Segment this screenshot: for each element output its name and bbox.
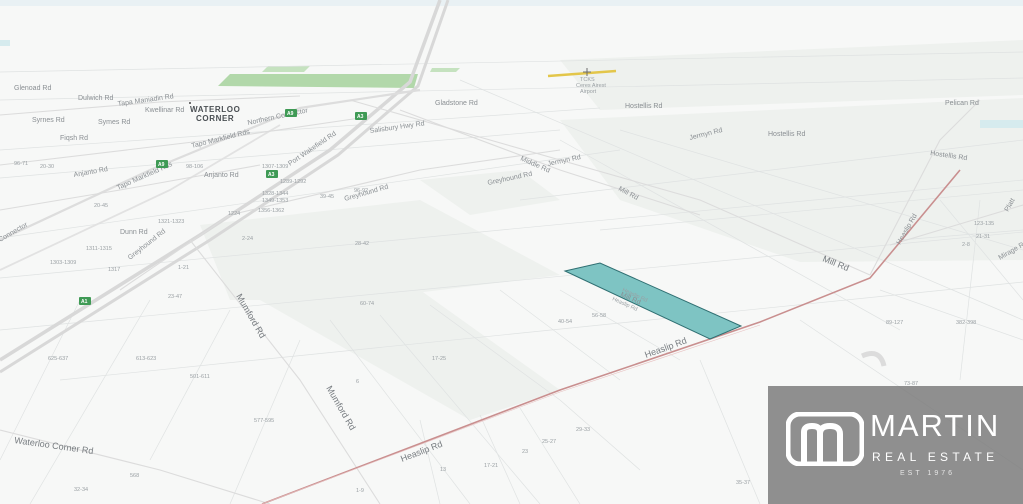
brand-established: EST 1976 <box>900 470 956 477</box>
road-label: Fiqsh Rd <box>60 135 88 142</box>
shield-a9: A9 <box>158 162 165 168</box>
shield-a9-b: A9 <box>287 111 294 117</box>
road-label: Tapa Maniadin Rd <box>117 93 174 108</box>
field-blocks <box>200 40 1023 420</box>
lot-label: 23 <box>522 449 528 455</box>
park-area-east <box>430 68 460 72</box>
road-label: Dulwich Rd <box>78 95 114 102</box>
lot-label: 1224 <box>228 211 240 217</box>
lot-label: 1-21 <box>178 265 189 271</box>
lot-label: 577-595 <box>254 418 274 424</box>
lot-label: 56-58 <box>592 313 606 319</box>
lot-label: 17-25 <box>432 356 446 362</box>
road-label: Northern Connector <box>247 107 309 127</box>
lot-label: 1317 <box>108 267 120 273</box>
road-label: Heaslip Rd <box>643 335 688 359</box>
road-label: Anjanto Rd <box>73 166 108 179</box>
lot-label: 35-37 <box>736 480 750 486</box>
lot-label: 1289-1292 <box>280 179 306 185</box>
lot-label: 613-623 <box>136 356 156 362</box>
lot-label: 23-47 <box>168 294 182 300</box>
lot-label: 123-135 <box>974 221 994 227</box>
lot-label: 1-9 <box>356 488 364 494</box>
road-label: Hostellis Rd <box>768 131 805 138</box>
town-dot-icon <box>189 102 191 104</box>
lot-label: 98-106 <box>186 164 203 170</box>
road-label: Anjanto Rd <box>204 172 239 179</box>
road-label: Dunn Rd <box>120 229 148 236</box>
lot-label: 20-45 <box>94 203 108 209</box>
map-view[interactable]: Heaslip Rd Heaslip Rd WATERLOO CORNER TC… <box>0 0 1023 504</box>
road-label: Connector <box>0 221 30 244</box>
lot-label: 17-21 <box>484 463 498 469</box>
lot-label: 96-71 <box>14 161 28 167</box>
road-label: Symes Rd <box>98 119 130 126</box>
lot-label: 1321-1323 <box>158 219 184 225</box>
lot-label: 501-611 <box>190 374 210 380</box>
shield-a3-b: A3 <box>357 114 364 120</box>
lot-label: 21-31 <box>976 234 990 240</box>
brand-overlay: MARTIN REAL ESTATE EST 1976 <box>768 386 1023 504</box>
town-label-2: CORNER <box>196 114 234 123</box>
lot-label: 89-127 <box>886 320 903 326</box>
road-label: Jermyn Rd <box>547 154 582 168</box>
road-label: Glenoad Rd <box>14 85 51 92</box>
subject-parcel[interactable] <box>563 262 743 340</box>
lot-label: 40-54 <box>558 319 572 325</box>
lot-label: 32-34 <box>74 487 88 493</box>
road-label: Waterloo Corner Rd <box>14 435 94 456</box>
lot-label: 20-30 <box>40 164 54 170</box>
lot-label: 13 <box>440 467 446 473</box>
lot-label: 1349-1353 <box>262 198 288 204</box>
lot-label: 2-24 <box>242 236 253 242</box>
road-label: Gladstone Rd <box>435 100 478 107</box>
airport-label-3: Airport <box>580 89 597 95</box>
lot-label: 382-398 <box>956 320 976 326</box>
road-label: Pelican Rd <box>945 100 979 107</box>
brand-subtitle: REAL ESTATE <box>872 450 999 464</box>
lot-label: 60-74 <box>360 301 374 307</box>
lot-label: 625-637 <box>48 356 68 362</box>
lot-label: 6 <box>356 379 359 385</box>
road-label: Syrnes Rd <box>32 117 65 124</box>
lot-label: 568 <box>130 473 139 479</box>
lot-label: 2-8 <box>962 242 970 248</box>
horizon-band <box>0 0 1023 6</box>
lot-label: 1303-1309 <box>50 260 76 266</box>
lot-label: 1311-1315 <box>86 246 112 252</box>
road-label: Hostellis Rd <box>625 103 662 110</box>
park-area <box>218 74 418 88</box>
road-label: Kwellinar Rd <box>145 107 184 114</box>
lot-label: 1328-1344 <box>262 191 288 197</box>
town-label: WATERLOO <box>190 105 240 114</box>
lot-label: 28-42 <box>355 241 369 247</box>
brand-name: MARTIN <box>870 408 1001 443</box>
lot-label: 1307-1309 <box>262 164 288 170</box>
lot-label: 39-45 <box>320 194 334 200</box>
lot-label: 1356-1362 <box>258 208 284 214</box>
m-monogram-icon <box>786 412 864 466</box>
lot-label: 96-92 <box>354 188 368 194</box>
shield-a1: A1 <box>81 299 88 305</box>
lot-label: 29-33 <box>576 427 590 433</box>
shield-a3: A3 <box>268 172 275 178</box>
lot-label: 25-27 <box>542 439 556 445</box>
